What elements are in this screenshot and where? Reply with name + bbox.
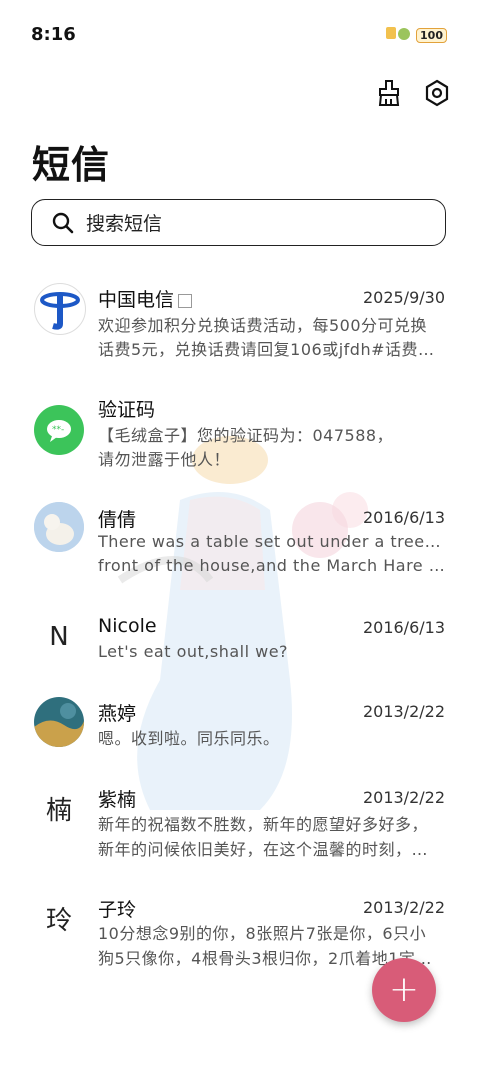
message-date: 2025/9/30: [362, 288, 445, 307]
list-item[interactable]: 中国电信 2025/9/30 欢迎参加积分兑换话费活动，每500分可兑换 话费5…: [0, 280, 480, 380]
top-actions: [374, 78, 452, 108]
notification-icon: [384, 24, 411, 47]
contact-name: Nicole: [98, 615, 157, 637]
plus-icon: +: [388, 969, 420, 1010]
message-preview-line1: Let's eat out,shall we?: [98, 642, 289, 661]
status-time: 8:16: [31, 24, 76, 45]
message-preview-line1: 新年的祝福数不胜数，新年的愿望好多好多，: [98, 815, 429, 834]
list-item[interactable]: 楠 紫楠 2013/2/22 新年的祝福数不胜数，新年的愿望好多好多， 新年的问…: [0, 783, 480, 883]
contact-name: 中国电信: [98, 285, 193, 312]
list-item[interactable]: 燕婷 2013/2/22 嗯。收到啦。同乐同乐。: [0, 697, 480, 797]
message-preview-line2: 新年的问候依旧美好，在这个温馨的时刻，…: [98, 840, 429, 859]
message-preview-line1: 【毛绒盒子】您的验证码为：047588，: [98, 426, 394, 445]
avatar-letter: 楠: [45, 795, 72, 826]
polar-bear-avatar: [34, 502, 84, 552]
status-icons: 100: [384, 24, 447, 47]
contact-name: 子玲: [98, 899, 137, 921]
message-preview-line1: 欢迎参加积分兑换话费活动，每500分可兑换: [98, 316, 428, 335]
new-message-button[interactable]: +: [372, 958, 436, 1022]
battery-icon: 100: [416, 28, 447, 43]
message-preview-line1: 嗯。收到啦。同乐同乐。: [98, 729, 280, 748]
search-input[interactable]: 搜索短信: [31, 199, 446, 246]
message-preview-line2: 请勿泄露于他人！: [98, 450, 231, 469]
contact-name: 倩倩: [98, 509, 137, 531]
avatar-letter: N: [49, 622, 69, 652]
list-item[interactable]: 倩倩 2016/6/13 There was a table set out u…: [0, 500, 480, 600]
search-icon: [52, 212, 74, 233]
message-date: 2016/6/13: [362, 618, 445, 637]
avatar-letter: 玲: [45, 905, 72, 936]
message-date: 2013/2/22: [362, 898, 445, 917]
message-date: 2016/6/13: [362, 508, 445, 527]
page-title: 短信: [32, 143, 111, 187]
status-bar: 8:16 100: [0, 0, 480, 66]
message-date: 2013/2/22: [362, 788, 445, 807]
contact-name: 燕婷: [98, 703, 137, 725]
message-bubble-icon: **-: [34, 405, 84, 455]
contact-name: 验证码: [98, 399, 156, 421]
svg-text:**-: **-: [52, 425, 64, 435]
settings-gear-icon[interactable]: [422, 78, 452, 108]
message-preview-line2: 话费5元，兑换话费请回复106或jfdh#话费…: [98, 340, 435, 359]
message-preview-line1: There was a table set out under a tree i…: [98, 532, 445, 551]
telecom-logo-avatar: [34, 283, 86, 335]
list-item[interactable]: **- 验证码 【毛绒盒子】您的验证码为：047588， 请勿泄露于他人！: [0, 390, 480, 490]
list-item[interactable]: N Nicole 2016/6/13 Let's eat out,shall w…: [0, 610, 480, 710]
contact-name: 紫楠: [98, 789, 137, 811]
search-placeholder: 搜索短信: [86, 213, 163, 235]
edit-icon: [178, 293, 193, 308]
message-date: 2013/2/22: [362, 702, 445, 721]
message-preview-line2: front of the house,and the March Hare an…: [98, 556, 445, 575]
clean-brush-icon[interactable]: [374, 78, 404, 108]
landscape-avatar: [34, 697, 84, 747]
message-preview-line1: 10分想念9别的你，8张照片7张是你，6只小: [98, 924, 427, 943]
